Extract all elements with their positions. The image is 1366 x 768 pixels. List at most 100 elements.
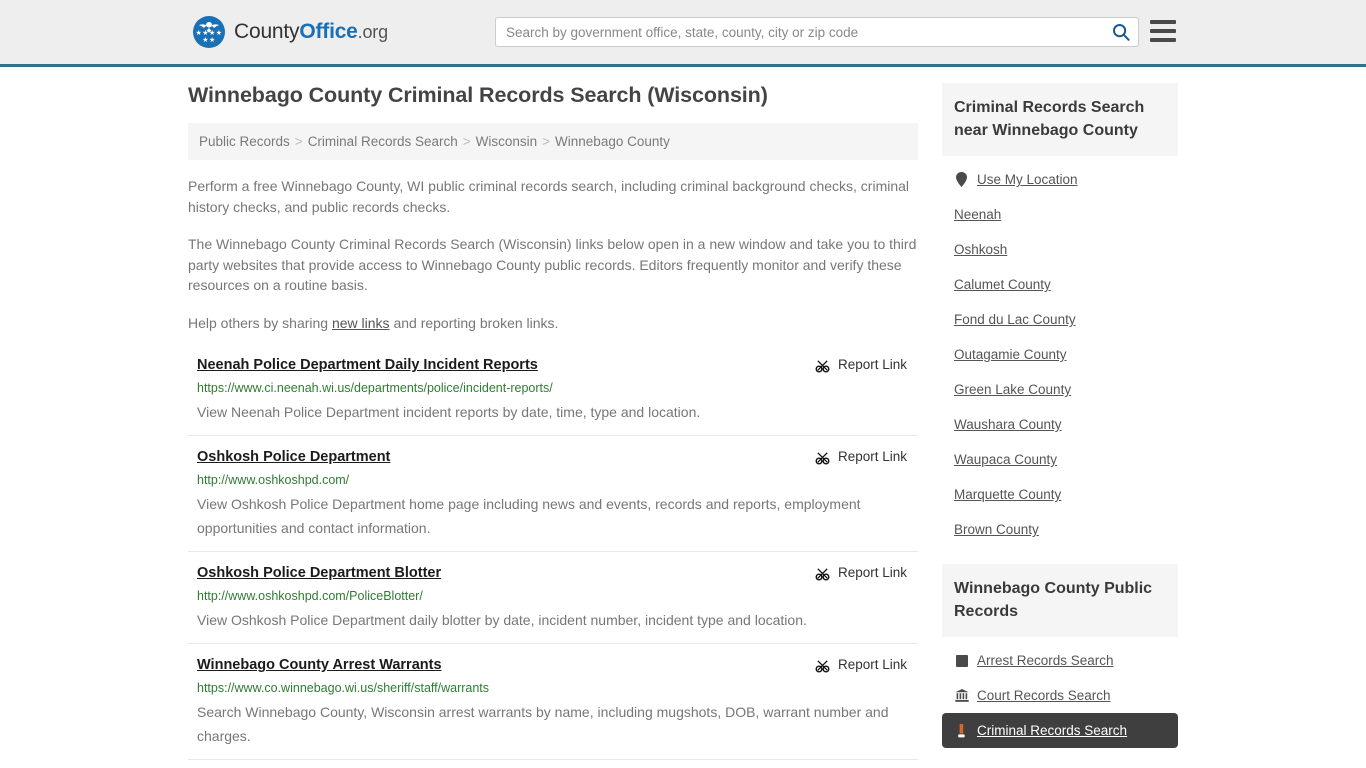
sidebar-item-arrest-records-search[interactable]: Arrest Records Search <box>942 643 1178 678</box>
list-item: Oshkosh Police Department Blotter Report… <box>188 551 918 643</box>
breadcrumb-item-winnebago-county[interactable]: Winnebago County <box>555 134 670 149</box>
search-bar[interactable] <box>495 17 1139 47</box>
stars-icon: ★★★★ ★★ <box>195 30 223 44</box>
sidebar-item-waushara-county[interactable]: Waushara County <box>942 407 1178 442</box>
resource-link-list: Neenah Police Department Daily Incident … <box>188 352 918 768</box>
sidebar-item-calumet-county[interactable]: Calumet County <box>942 267 1178 302</box>
sidebar-link-label[interactable]: Court Records Search <box>977 687 1111 704</box>
hamburger-bar-3 <box>1150 38 1176 42</box>
list-item: Neenah Police Department Daily Incident … <box>188 352 918 435</box>
sidebar-link-label[interactable]: Arrest Records Search <box>977 652 1114 669</box>
breadcrumb-separator: > <box>294 134 303 149</box>
hamburger-menu-icon[interactable] <box>1150 20 1176 42</box>
search-icon <box>1113 24 1130 41</box>
new-links-link[interactable]: new links <box>332 315 390 331</box>
sidebar-link-label[interactable]: Waupaca County <box>954 451 1057 468</box>
sidebar-item-neenah[interactable]: Neenah <box>942 197 1178 232</box>
brand-part-county: County <box>234 20 300 43</box>
main-content: Winnebago County Criminal Records Search… <box>188 83 918 768</box>
list-item: Oshkosh Police Department Report Link ht… <box>188 435 918 551</box>
sidebar-link-label[interactable]: Green Lake County <box>954 381 1071 398</box>
sidebar-link-label[interactable]: Brown County <box>954 521 1039 538</box>
sidebar-link-label[interactable]: Neenah <box>954 206 1001 223</box>
report-link-label: Report Link <box>837 657 907 672</box>
intro-paragraph-1: Perform a free Winnebago County, WI publ… <box>188 178 910 215</box>
breadcrumb-item-public-records[interactable]: Public Records <box>199 134 290 149</box>
sidebar-nearby-box: Criminal Records Search near Winnebago C… <box>942 83 1178 547</box>
sidebar-item-green-lake-county[interactable]: Green Lake County <box>942 372 1178 407</box>
breadcrumb: Public Records > Criminal Records Search > W… <box>188 123 918 160</box>
resource-link-url: http://www.oshkoshpd.com/ <box>197 473 350 487</box>
breadcrumb-item-wisconsin[interactable]: Wisconsin <box>476 134 538 149</box>
intro-p3-before: Help others by sharing <box>188 314 332 331</box>
sidebar-public-records-heading: Winnebago County Public Records <box>942 564 1178 637</box>
site-logo[interactable]: ★★★★ ★★ CountyOffice.org <box>193 14 388 50</box>
resource-link-url: https://www.co.winnebago.wi.us/sheriff/s… <box>197 681 490 695</box>
report-link-label: Report Link <box>837 449 907 464</box>
sidebar-item-waupaca-county[interactable]: Waupaca County <box>942 442 1178 477</box>
page-title: Winnebago County Criminal Records Search… <box>188 83 768 107</box>
intro-p3-after: and reporting broken links. <box>389 314 559 331</box>
sidebar-link-label[interactable]: Fond du Lac County <box>954 311 1076 328</box>
countyoffice-seal-icon: ★★★★ ★★ <box>193 16 225 48</box>
report-link-button[interactable]: Report Link <box>815 656 918 674</box>
intro-paragraph-2: The Winnebago County Criminal Records Se… <box>188 236 917 293</box>
fingerprint-icon <box>954 653 969 668</box>
sidebar-item-oshkosh[interactable]: Oshkosh <box>942 232 1178 267</box>
page-body: Winnebago County Criminal Records Search… <box>0 67 1366 768</box>
broken-link-icon <box>815 567 830 580</box>
report-link-label: Report Link <box>837 565 907 580</box>
intro-text: Perform a free Winnebago County, WI publ… <box>188 176 918 333</box>
map-pin-icon <box>954 172 969 187</box>
intro-paragraph-3: Help others by sharing new links and rep… <box>188 313 918 334</box>
sidebar-item-brown-county[interactable]: Brown County <box>942 512 1178 547</box>
list-item: Winnebago County Circuit Court Records R… <box>188 759 918 768</box>
broken-link-icon <box>815 659 830 672</box>
report-link-button[interactable]: Report Link <box>815 564 918 582</box>
sidebar-public-records-box: Winnebago County Public Records Arrest R… <box>942 564 1178 748</box>
sidebar-nearby-list: Use My Location Neenah Oshkosh Calumet C… <box>942 156 1178 547</box>
sidebar-item-fond-du-lac-county[interactable]: Fond du Lac County <box>942 302 1178 337</box>
resource-link-title[interactable]: Neenah Police Department Daily Incident … <box>197 356 538 374</box>
resource-link-description: Search Winnebago County, Wisconsin arres… <box>197 704 889 744</box>
sidebar-item-outagamie-county[interactable]: Outagamie County <box>942 337 1178 372</box>
report-link-label: Report Link <box>837 357 907 372</box>
resource-link-title[interactable]: Oshkosh Police Department <box>197 448 390 466</box>
search-button[interactable] <box>1104 18 1138 46</box>
resource-link-url: https://www.ci.neenah.wi.us/departments/… <box>197 381 553 395</box>
hamburger-bar-1 <box>1150 20 1176 24</box>
broken-link-icon <box>815 359 830 372</box>
sidebar-link-label[interactable]: Oshkosh <box>954 241 1007 258</box>
sidebar-link-label[interactable]: Calumet County <box>954 276 1051 293</box>
breadcrumb-item-criminal-records-search[interactable]: Criminal Records Search <box>308 134 458 149</box>
resource-link-title[interactable]: Oshkosh Police Department Blotter <box>197 564 441 582</box>
sidebar-link-label[interactable]: Marquette County <box>954 486 1061 503</box>
resource-link-description: View Oshkosh Police Department daily blo… <box>197 612 807 628</box>
sidebar-item-use-my-location[interactable]: Use My Location <box>942 162 1178 197</box>
gavel-icon <box>954 723 969 738</box>
resource-link-description: View Oshkosh Police Department home page… <box>197 496 861 536</box>
sidebar-nearby-heading: Criminal Records Search near Winnebago C… <box>942 83 1178 156</box>
resource-link-description: View Neenah Police Department incident r… <box>197 404 701 420</box>
sidebar-item-criminal-records-search[interactable]: Criminal Records Search <box>942 713 1178 748</box>
report-link-button[interactable]: Report Link <box>815 356 918 374</box>
site-header: ★★★★ ★★ CountyOffice.org <box>0 0 1366 67</box>
sidebar-link-label[interactable]: Outagamie County <box>954 346 1067 363</box>
sidebar-item-marquette-county[interactable]: Marquette County <box>942 477 1178 512</box>
brand-part-org: .org <box>357 22 388 42</box>
courthouse-icon <box>954 688 969 703</box>
sidebar: Criminal Records Search near Winnebago C… <box>942 83 1178 768</box>
resource-link-title[interactable]: Winnebago County Arrest Warrants <box>197 656 442 674</box>
brand-part-office: Office <box>299 20 358 43</box>
list-item: Winnebago County Arrest Warrants Report … <box>188 643 918 759</box>
sidebar-item-court-records-search[interactable]: Court Records Search <box>942 678 1178 713</box>
search-input[interactable] <box>496 18 1104 46</box>
broken-link-icon <box>815 451 830 464</box>
breadcrumb-separator: > <box>542 134 551 149</box>
resource-link-url: http://www.oshkoshpd.com/PoliceBlotter/ <box>197 589 423 603</box>
sidebar-link-label[interactable]: Criminal Records Search <box>977 722 1127 739</box>
report-link-button[interactable]: Report Link <box>815 448 918 466</box>
sidebar-link-label[interactable]: Use My Location <box>977 171 1078 188</box>
sidebar-link-label[interactable]: Waushara County <box>954 416 1062 433</box>
site-logo-text: CountyOffice.org <box>234 20 388 44</box>
